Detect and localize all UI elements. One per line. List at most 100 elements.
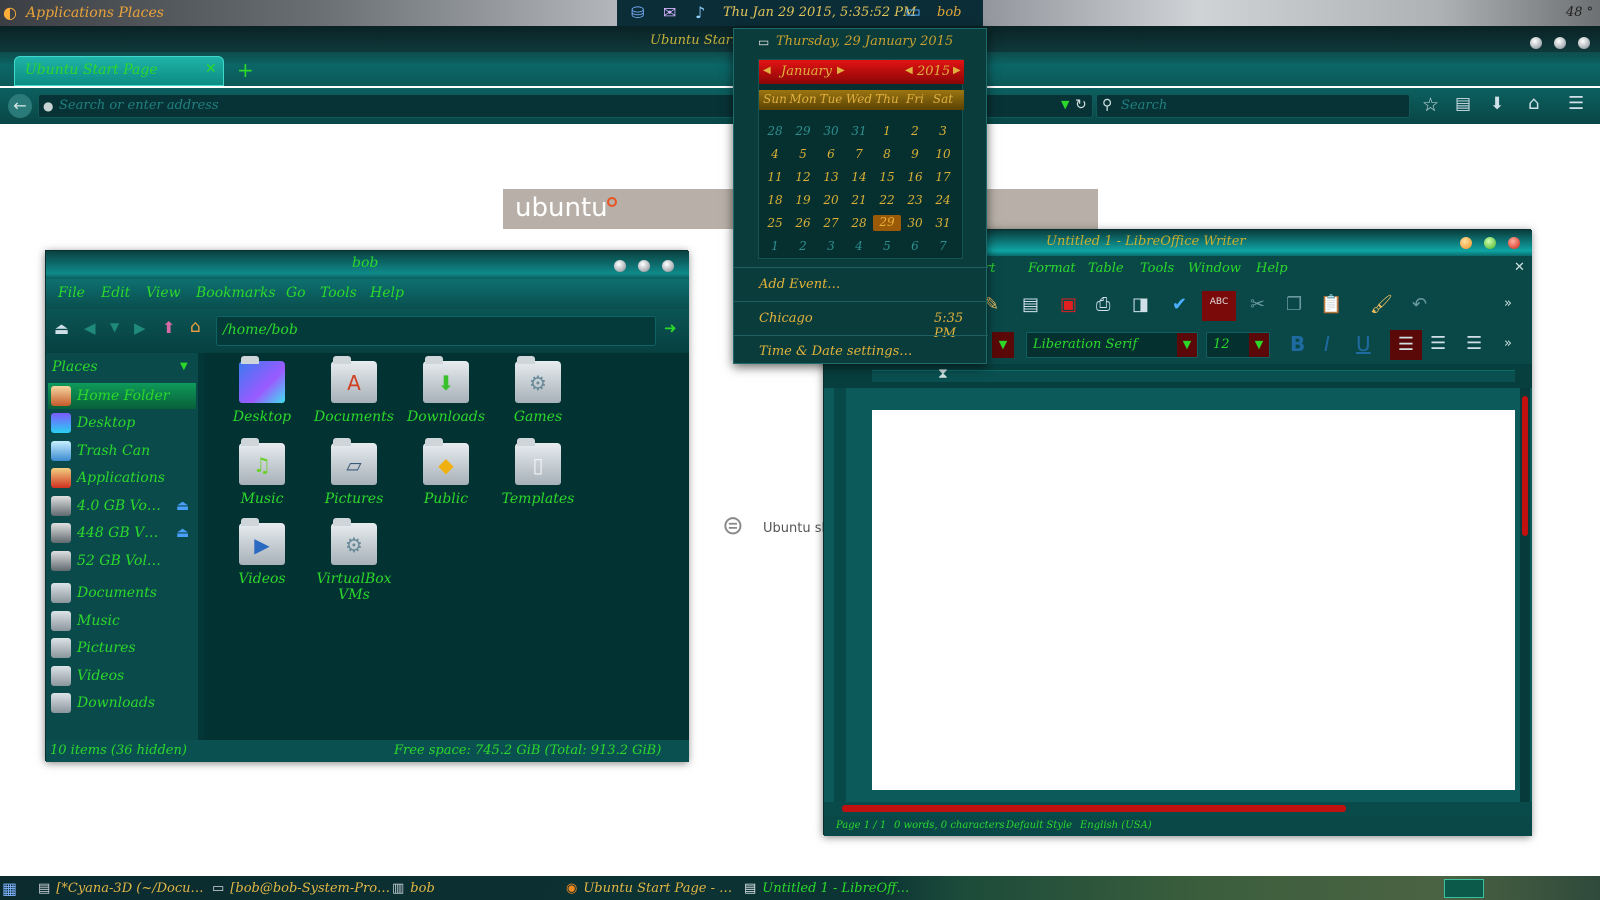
- vertical-scrollbar[interactable]: [1520, 388, 1530, 802]
- calendar-day[interactable]: 24: [929, 193, 957, 207]
- menu-bookmarks[interactable]: Bookmarks: [196, 285, 276, 301]
- more-icon[interactable]: »: [1504, 336, 1512, 351]
- menu-table[interactable]: Table: [1088, 261, 1124, 276]
- calendar-day[interactable]: 18: [761, 193, 789, 207]
- close-button[interactable]: [662, 260, 674, 272]
- calendar-day[interactable]: 25: [761, 216, 789, 230]
- export-icon[interactable]: ▤: [1022, 294, 1039, 315]
- align-center-icon[interactable]: ☰: [1430, 333, 1446, 354]
- go-arrow-icon[interactable]: ➜: [664, 319, 677, 337]
- forward-icon[interactable]: ▶: [134, 319, 146, 337]
- file-item-documents[interactable]: A Documents: [310, 356, 398, 425]
- calendar-day[interactable]: 15: [873, 170, 901, 184]
- menu-icon[interactable]: ☰: [1568, 93, 1584, 114]
- copy-icon[interactable]: ❐: [1286, 294, 1302, 315]
- calendar-day[interactable]: 5: [873, 239, 901, 253]
- calendar-day[interactable]: 4: [761, 147, 789, 161]
- cut-icon[interactable]: ✂: [1250, 294, 1265, 315]
- menu-go[interactable]: Go: [286, 285, 306, 301]
- minimize-button[interactable]: [614, 260, 626, 272]
- calendar-day[interactable]: 6: [817, 147, 845, 161]
- font-name-combo[interactable]: Liberation Serif ▼: [1026, 332, 1198, 358]
- spellcheck-icon[interactable]: ✔: [1172, 294, 1187, 315]
- tab-ubuntu-start-page[interactable]: Ubuntu Start Page ✕: [14, 56, 224, 86]
- calendar-day[interactable]: 10: [929, 147, 957, 161]
- messaging-icon[interactable]: ✉: [663, 3, 676, 22]
- calendar-day[interactable]: 7: [929, 239, 957, 253]
- file-item-downloads[interactable]: ⬇ Downloads: [402, 356, 490, 425]
- sidebar-item-desktop[interactable]: Desktop: [48, 410, 196, 436]
- sidebar-item-applications[interactable]: Applications: [48, 465, 196, 491]
- menu-help[interactable]: Help: [370, 285, 404, 301]
- workspace-switcher[interactable]: [1444, 879, 1484, 898]
- chevron-down-icon[interactable]: ▼: [1177, 333, 1197, 357]
- sidebar-item-trash[interactable]: Trash Can: [48, 438, 196, 464]
- close-button[interactable]: [1578, 37, 1590, 49]
- downloads-icon[interactable]: ⬇: [1490, 94, 1504, 114]
- calendar-day[interactable]: 20: [817, 193, 845, 207]
- calendar-day[interactable]: 22: [873, 193, 901, 207]
- ubuntu-logo-icon[interactable]: ◐: [3, 3, 17, 22]
- calendar-day[interactable]: 27: [817, 216, 845, 230]
- calendar-day[interactable]: 4: [845, 239, 873, 253]
- indent-marker-icon[interactable]: ⧗: [938, 366, 948, 382]
- dropdown-icon[interactable]: ▼: [1061, 98, 1069, 111]
- tab-close-icon[interactable]: ✕: [205, 61, 217, 77]
- file-item-desktop[interactable]: Desktop: [218, 356, 306, 425]
- menu-tools[interactable]: Tools: [320, 285, 357, 301]
- maximize-button[interactable]: [1554, 37, 1566, 49]
- time-date-settings-item[interactable]: Time & Date settings…: [759, 344, 912, 359]
- calendar-day[interactable]: 14: [845, 170, 873, 184]
- task-item-terminal[interactable]: ▭ [bob@bob-System-Pro…: [212, 878, 390, 898]
- add-event-item[interactable]: Add Event…: [759, 277, 840, 292]
- file-item-videos[interactable]: ▶ Videos: [218, 518, 306, 587]
- calendar-day[interactable]: 11: [761, 170, 789, 184]
- close-document-icon[interactable]: ✕: [1514, 260, 1525, 275]
- style-dropdown[interactable]: ▼: [992, 332, 1014, 358]
- calendar-day[interactable]: 2: [789, 239, 817, 253]
- prev-month-icon[interactable]: ◀: [763, 65, 771, 76]
- location-bar[interactable]: /home/bob: [216, 316, 656, 346]
- sidebar-item-pictures[interactable]: Pictures: [48, 635, 196, 661]
- sidebar-item-home[interactable]: Home Folder: [48, 383, 196, 409]
- calendar-day[interactable]: 8: [873, 147, 901, 161]
- task-item-file-manager[interactable]: ▥ bob: [392, 878, 435, 898]
- sidebar-item-videos[interactable]: Videos: [48, 663, 196, 689]
- scroll-thumb[interactable]: [1522, 396, 1528, 536]
- task-item-firefox[interactable]: ◉ Ubuntu Start Page - …: [566, 878, 732, 898]
- menu-tools[interactable]: Tools: [1140, 261, 1174, 276]
- menu-view[interactable]: View: [146, 285, 181, 301]
- show-desktop-icon[interactable]: ▦: [2, 879, 17, 898]
- chevron-down-icon[interactable]: ▼: [180, 361, 188, 372]
- location-name[interactable]: Chicago: [759, 311, 813, 326]
- chevron-down-icon[interactable]: ▼: [1249, 333, 1269, 357]
- scroll-thumb[interactable]: [842, 805, 1346, 812]
- back-icon[interactable]: ←: [8, 94, 32, 118]
- calendar-day[interactable]: 19: [789, 193, 817, 207]
- calendar-day[interactable]: 9: [901, 147, 929, 161]
- next-year-icon[interactable]: ▶: [953, 65, 961, 76]
- calendar-day[interactable]: 29: [789, 124, 817, 138]
- file-item-templates[interactable]: ▯ Templates: [494, 438, 582, 507]
- network-icon[interactable]: ⛁: [631, 3, 644, 22]
- sidebar-item-music[interactable]: Music: [48, 608, 196, 634]
- calendar-day-today[interactable]: 29: [873, 215, 901, 231]
- italic-icon[interactable]: I: [1324, 332, 1330, 356]
- pdf-icon[interactable]: ▣: [1060, 294, 1077, 315]
- home-icon[interactable]: ⌂: [1528, 93, 1539, 114]
- eject-icon[interactable]: ⏏: [176, 525, 189, 541]
- maximize-button[interactable]: [1484, 237, 1496, 249]
- weather-temp[interactable]: 48 °: [1566, 5, 1593, 20]
- minimize-button[interactable]: [1530, 37, 1542, 49]
- calendar-day[interactable]: 1: [761, 239, 789, 253]
- undo-icon[interactable]: ↶: [1412, 294, 1427, 315]
- calendar-day[interactable]: 3: [929, 124, 957, 138]
- calendar-day[interactable]: 30: [817, 124, 845, 138]
- new-tab-icon[interactable]: +: [237, 58, 254, 82]
- prev-year-icon[interactable]: ◀: [905, 65, 913, 76]
- user-name[interactable]: bob: [937, 5, 961, 20]
- reader-icon[interactable]: ▤: [1455, 94, 1471, 114]
- file-item-public[interactable]: ◆ Public: [402, 438, 490, 507]
- file-item-virtualbox-vms[interactable]: ⚙ VirtualBox VMs: [310, 518, 398, 603]
- calendar-day[interactable]: 17: [929, 170, 957, 184]
